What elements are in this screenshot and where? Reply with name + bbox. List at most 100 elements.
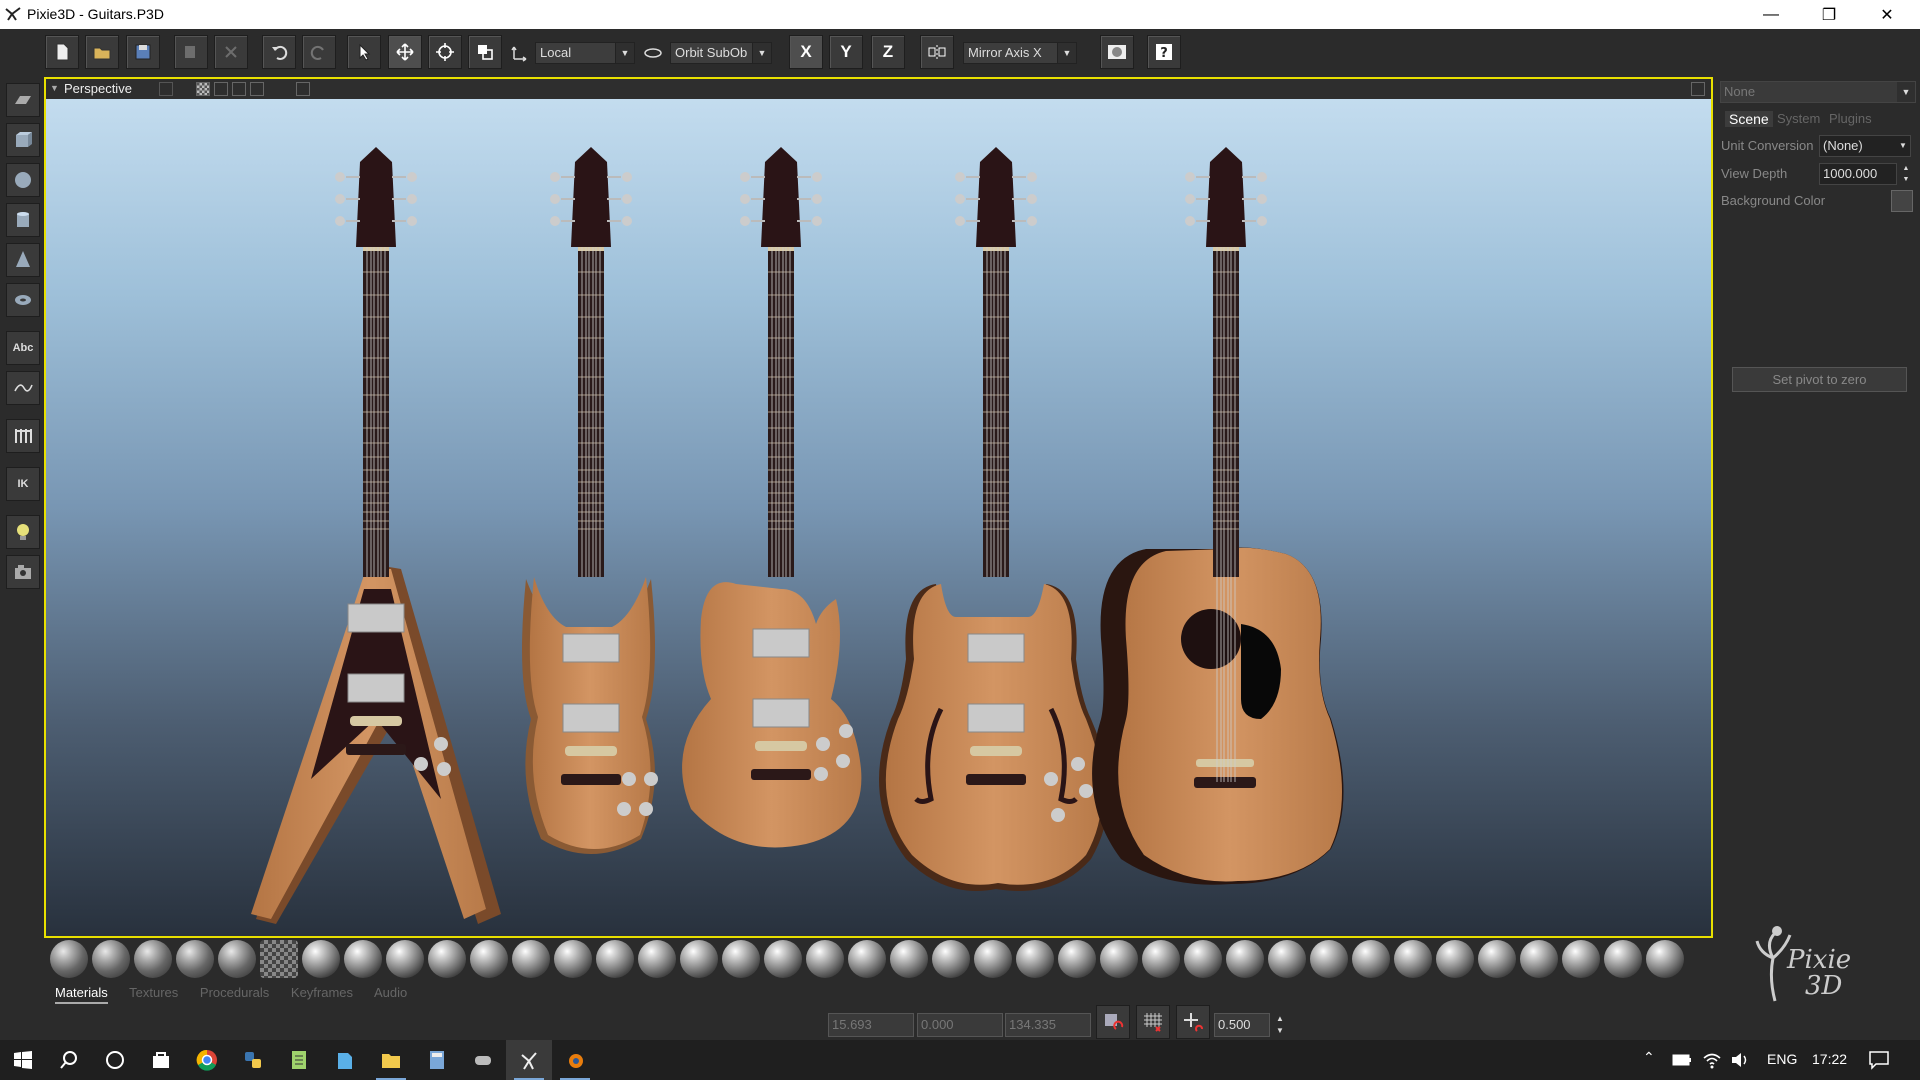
tab-keyframes[interactable]: Keyframes bbox=[291, 985, 353, 1000]
sphere-tool-button[interactable] bbox=[6, 163, 40, 197]
file-explorer-taskbar-button[interactable] bbox=[368, 1040, 414, 1080]
delete-button[interactable] bbox=[214, 35, 248, 69]
material-swatch[interactable] bbox=[638, 940, 676, 978]
material-swatch[interactable] bbox=[1310, 940, 1348, 978]
material-swatch[interactable] bbox=[1478, 940, 1516, 978]
snap-grid-button[interactable] bbox=[1136, 1005, 1170, 1039]
material-swatch[interactable] bbox=[596, 940, 634, 978]
material-swatch[interactable] bbox=[218, 940, 256, 978]
torus-tool-button[interactable] bbox=[6, 283, 40, 317]
material-swatch[interactable] bbox=[1352, 940, 1390, 978]
viewport-options-icon[interactable] bbox=[296, 82, 310, 96]
object-select-dropdown[interactable]: None ▼ bbox=[1720, 81, 1916, 103]
minimize-button[interactable]: — bbox=[1742, 0, 1800, 29]
semi-hollow-guitar[interactable] bbox=[879, 146, 1109, 891]
mirror-axis-dropdown[interactable]: Mirror Axis X ▼ bbox=[963, 42, 1077, 64]
tab-plugins[interactable]: Plugins bbox=[1829, 111, 1872, 126]
light-tool-button[interactable] bbox=[6, 515, 40, 549]
cylinder-tool-button[interactable] bbox=[6, 203, 40, 237]
grid-toggle-icon[interactable] bbox=[159, 82, 173, 96]
help-button[interactable]: ? bbox=[1147, 35, 1181, 69]
material-swatch[interactable] bbox=[512, 940, 550, 978]
material-swatch[interactable] bbox=[344, 940, 382, 978]
material-swatch[interactable] bbox=[50, 940, 88, 978]
material-swatch[interactable] bbox=[680, 940, 718, 978]
cortana-button[interactable] bbox=[92, 1040, 138, 1080]
material-swatch[interactable] bbox=[386, 940, 424, 978]
scale-tool-button[interactable] bbox=[468, 35, 502, 69]
cone-tool-button[interactable] bbox=[6, 243, 40, 277]
snap-value-field[interactable]: 0.500 bbox=[1214, 1013, 1270, 1037]
volume-icon[interactable] bbox=[1730, 1050, 1750, 1070]
material-swatch[interactable] bbox=[890, 940, 928, 978]
texture-mode-icon[interactable] bbox=[196, 82, 210, 96]
material-swatch[interactable] bbox=[974, 940, 1012, 978]
material-swatch[interactable] bbox=[1142, 940, 1180, 978]
calculator-taskbar-button[interactable] bbox=[414, 1040, 460, 1080]
unit-conversion-dropdown[interactable]: (None) ▼ bbox=[1819, 135, 1911, 157]
plane-tool-button[interactable] bbox=[6, 83, 40, 117]
ik-tool-button[interactable]: IK bbox=[6, 467, 40, 501]
select-tool-button[interactable] bbox=[347, 35, 381, 69]
material-swatch[interactable] bbox=[554, 940, 592, 978]
material-swatch[interactable] bbox=[470, 940, 508, 978]
material-swatch[interactable] bbox=[764, 940, 802, 978]
chrome-taskbar-button[interactable] bbox=[184, 1040, 230, 1080]
guitar-scene[interactable] bbox=[46, 99, 1711, 936]
search-taskbar-button[interactable] bbox=[46, 1040, 92, 1080]
material-swatch[interactable] bbox=[1562, 940, 1600, 978]
material-swatch[interactable] bbox=[1016, 940, 1054, 978]
bones-tool-button[interactable] bbox=[6, 419, 40, 453]
redo-button[interactable] bbox=[302, 35, 336, 69]
python-taskbar-button[interactable] bbox=[230, 1040, 276, 1080]
split-view-icon[interactable] bbox=[232, 82, 246, 96]
view-depth-input[interactable]: 1000.000 bbox=[1819, 163, 1897, 185]
open-file-button[interactable] bbox=[85, 35, 119, 69]
material-swatch[interactable] bbox=[848, 940, 886, 978]
sg-guitar[interactable] bbox=[522, 146, 658, 854]
viewport-menu-icon[interactable]: ▼ bbox=[50, 83, 59, 93]
notepad-taskbar-button[interactable] bbox=[276, 1040, 322, 1080]
orbit-mode-dropdown[interactable]: Orbit SubOb ▼ bbox=[670, 42, 772, 64]
wifi-icon[interactable] bbox=[1702, 1050, 1722, 1070]
axis-z-toggle[interactable]: Z bbox=[871, 35, 905, 69]
material-swatch[interactable] bbox=[806, 940, 844, 978]
tab-scene[interactable]: Scene bbox=[1725, 111, 1773, 127]
material-swatch[interactable] bbox=[302, 940, 340, 978]
show-hidden-icons-icon[interactable]: ⌃ bbox=[1643, 1049, 1655, 1066]
store-taskbar-button[interactable] bbox=[138, 1040, 184, 1080]
material-swatch[interactable] bbox=[1394, 940, 1432, 978]
material-swatch[interactable] bbox=[92, 940, 130, 978]
perspective-viewport[interactable]: ▼ Perspective bbox=[44, 77, 1713, 938]
new-file-button[interactable] bbox=[45, 35, 79, 69]
acoustic-guitar[interactable] bbox=[1092, 146, 1344, 885]
material-swatch[interactable] bbox=[1100, 940, 1138, 978]
spinner-up-icon[interactable]: ▲ bbox=[1273, 1013, 1287, 1025]
maximize-viewport-icon[interactable] bbox=[1691, 82, 1705, 96]
material-swatch[interactable] bbox=[260, 940, 298, 978]
curve-tool-button[interactable] bbox=[6, 371, 40, 405]
spinner-up-icon[interactable]: ▲ bbox=[1900, 163, 1912, 174]
cube-tool-button[interactable] bbox=[6, 123, 40, 157]
axis-x-toggle[interactable]: X bbox=[789, 35, 823, 69]
close-button[interactable]: ✕ bbox=[1858, 0, 1916, 29]
language-indicator[interactable]: ENG bbox=[1767, 1051, 1797, 1067]
material-swatch[interactable] bbox=[1268, 940, 1306, 978]
spinner-down-icon[interactable]: ▼ bbox=[1900, 174, 1912, 185]
material-swatch[interactable] bbox=[1226, 940, 1264, 978]
axis-y-toggle[interactable]: Y bbox=[829, 35, 863, 69]
tab-procedurals[interactable]: Procedurals bbox=[200, 985, 269, 1000]
save-button[interactable] bbox=[126, 35, 160, 69]
material-swatch[interactable] bbox=[134, 940, 172, 978]
material-swatch[interactable] bbox=[1058, 940, 1096, 978]
flying-v-guitar[interactable] bbox=[251, 146, 501, 924]
spinner-down-icon[interactable]: ▼ bbox=[1273, 1025, 1287, 1037]
material-swatch[interactable] bbox=[1520, 940, 1558, 978]
material-swatch[interactable] bbox=[722, 940, 760, 978]
viewport-title[interactable]: Perspective bbox=[64, 81, 132, 96]
tab-audio[interactable]: Audio bbox=[374, 985, 407, 1000]
game-taskbar-button[interactable] bbox=[460, 1040, 506, 1080]
snap-rotate-button[interactable] bbox=[1096, 1005, 1130, 1039]
tab-materials[interactable]: Materials bbox=[55, 985, 108, 1004]
material-swatch[interactable] bbox=[176, 940, 214, 978]
